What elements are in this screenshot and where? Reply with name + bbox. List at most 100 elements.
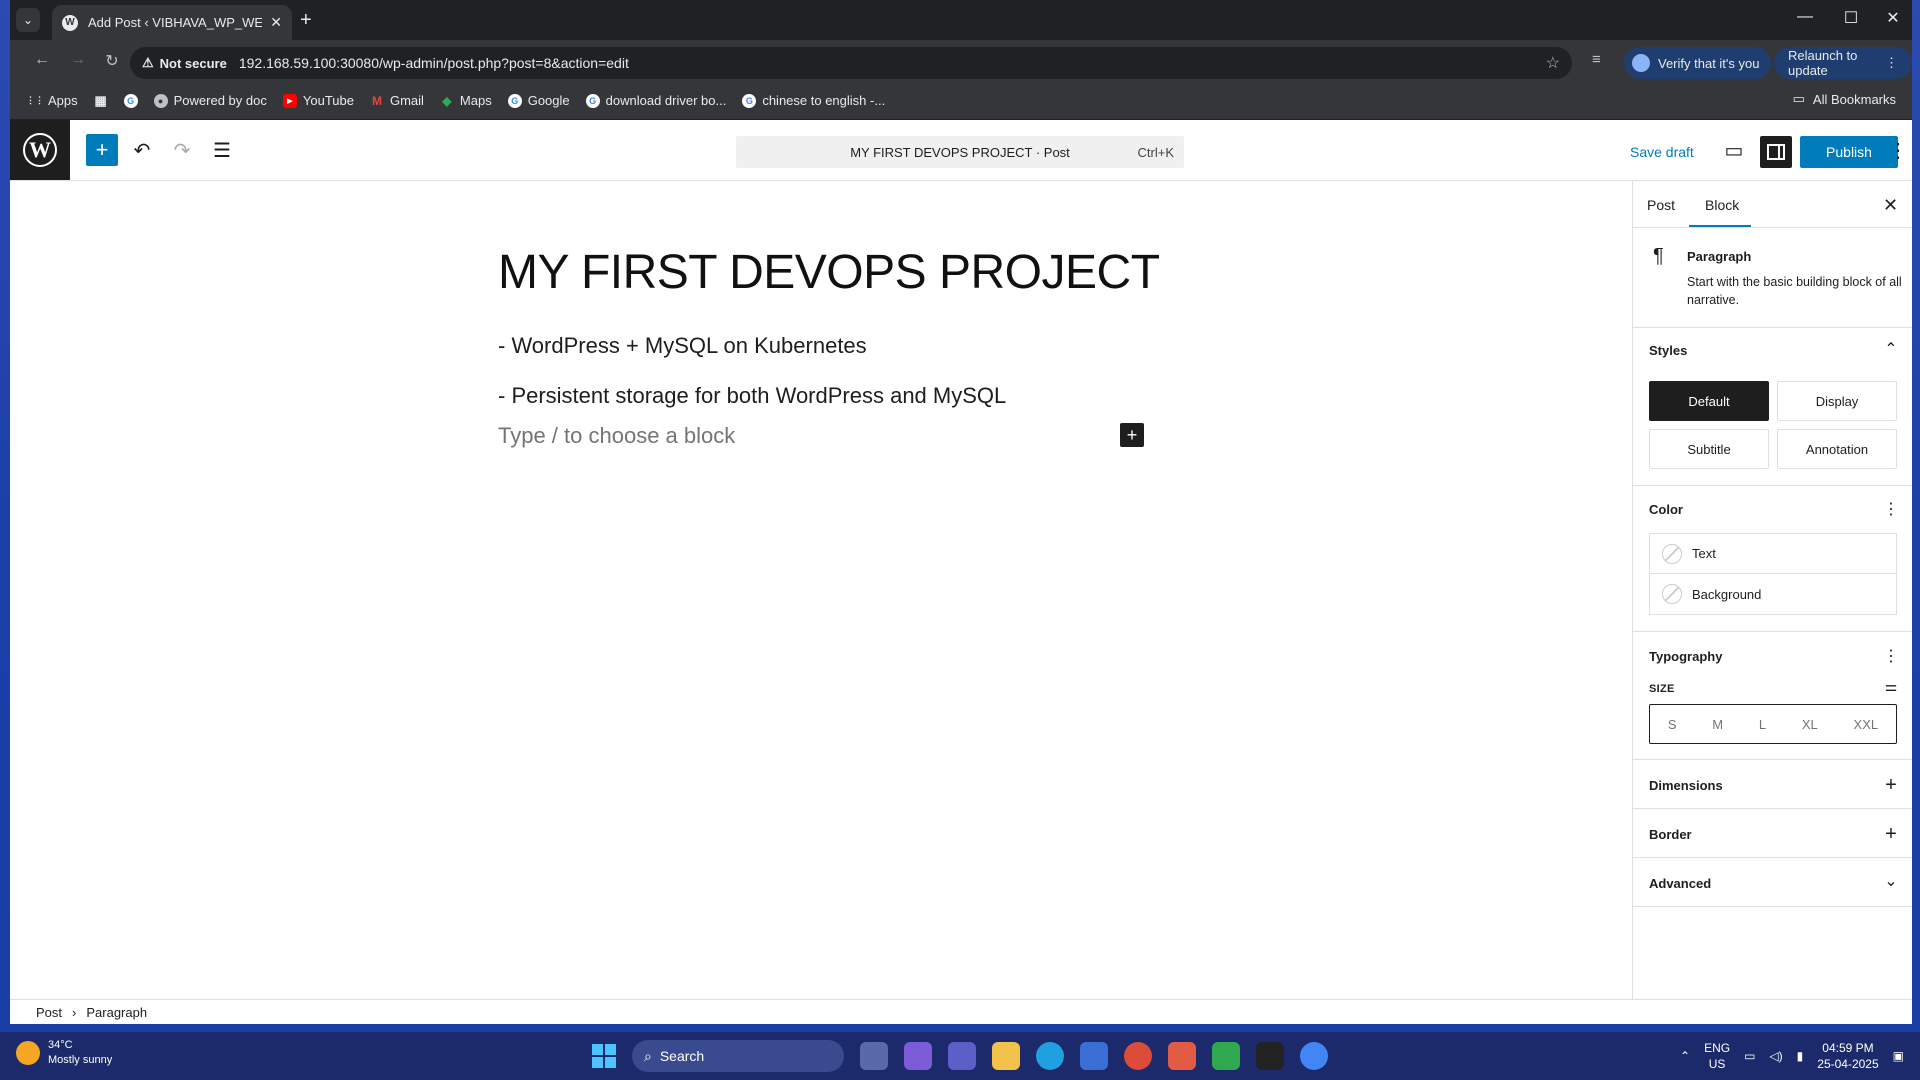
style-default-button[interactable]: Default [1649, 381, 1769, 421]
block-description: Start with the basic building block of a… [1687, 275, 1902, 307]
chrome-icon[interactable] [1124, 1042, 1152, 1070]
chevron-up-icon[interactable]: ⌃ [1680, 1049, 1690, 1063]
maximize-icon[interactable]: ☐ [1836, 8, 1866, 28]
bookmark-powered-by-doc[interactable]: ● Powered by doc [153, 93, 267, 108]
preview-device-icon[interactable]: ▭ [1720, 138, 1748, 163]
divider [1633, 759, 1912, 760]
custom-size-icon[interactable]: ⚌ [1881, 678, 1901, 695]
bookmark-google[interactable]: G Google [507, 93, 570, 108]
weather-widget[interactable]: 34°C Mostly sunny [16, 1038, 112, 1068]
size-xxl-option[interactable]: XXL [1854, 717, 1879, 732]
security-warning[interactable]: ⚠ Not secure [142, 55, 239, 71]
bookmark-google-blank[interactable]: G [123, 93, 138, 108]
breadcrumb-post[interactable]: Post [36, 1005, 62, 1020]
language-indicator[interactable]: ENG US [1704, 1040, 1730, 1072]
all-bookmarks-button[interactable]: ▭ All Bookmarks [1793, 91, 1896, 107]
border-section-title[interactable]: Border [1649, 827, 1692, 842]
command-palette-bar[interactable]: MY FIRST DEVOPS PROJECT · Post Ctrl+K [736, 136, 1184, 168]
color-background-item[interactable]: Background [1650, 574, 1896, 614]
back-icon[interactable]: ← [30, 51, 54, 69]
size-m-option[interactable]: M [1712, 717, 1723, 732]
post-title[interactable]: MY FIRST DEVOPS PROJECT [498, 245, 1160, 300]
divider [1633, 485, 1912, 486]
plus-icon[interactable]: + [1881, 823, 1901, 846]
teams-icon[interactable] [948, 1042, 976, 1070]
microsoft-store-icon[interactable] [1080, 1042, 1108, 1070]
style-display-button[interactable]: Display [1777, 381, 1897, 421]
plus-icon[interactable]: + [1881, 774, 1901, 797]
bookmark-maps[interactable]: ◆ Maps [440, 93, 491, 108]
save-draft-button[interactable]: Save draft [1630, 144, 1694, 160]
reload-icon[interactable]: ↻ [100, 51, 124, 71]
bookmark-tab-groups[interactable]: ▦ [94, 93, 108, 108]
edge-icon[interactable] [1036, 1042, 1064, 1070]
typography-options-icon[interactable]: ⋮ [1881, 646, 1901, 666]
file-explorer-icon[interactable] [992, 1042, 1020, 1070]
minimize-icon[interactable]: — [1790, 8, 1820, 26]
wordpress-logo-icon[interactable]: W [10, 120, 70, 180]
advanced-section-title[interactable]: Advanced [1649, 876, 1711, 891]
browser-tab-active[interactable]: W Add Post ‹ VIBHAVA_WP_WEBSI ✕ [52, 5, 292, 40]
app-icon[interactable] [1168, 1042, 1196, 1070]
chrome-active-icon[interactable] [1300, 1042, 1328, 1070]
size-l-option[interactable]: L [1759, 717, 1766, 732]
reading-list-icon[interactable]: ≡ [1592, 51, 1601, 68]
chevron-down-icon[interactable]: ⌄ [1881, 871, 1901, 891]
editor-canvas[interactable]: MY FIRST DEVOPS PROJECT - WordPress + My… [10, 181, 1622, 999]
document-overview-icon[interactable]: ☰ [208, 138, 236, 163]
breadcrumb-paragraph[interactable]: Paragraph [86, 1005, 147, 1020]
windows-start-icon[interactable] [592, 1044, 616, 1068]
inline-add-block-icon[interactable]: + [1120, 423, 1144, 447]
styles-section-title[interactable]: Styles [1649, 343, 1687, 358]
chrome-menu-icon[interactable]: ⋮ [1885, 55, 1898, 71]
sun-icon [16, 1041, 40, 1065]
task-view-icon[interactable] [860, 1042, 888, 1070]
paragraph-block[interactable]: - WordPress + MySQL on Kubernetes [498, 333, 867, 359]
gmail-icon: M [371, 93, 382, 108]
tab-post[interactable]: Post [1647, 197, 1675, 213]
style-subtitle-button[interactable]: Subtitle [1649, 429, 1769, 469]
style-annotation-button[interactable]: Annotation [1777, 429, 1897, 469]
add-block-button[interactable]: + [86, 134, 118, 166]
forward-icon[interactable]: → [66, 51, 90, 69]
size-xl-option[interactable]: XL [1802, 717, 1818, 732]
chevron-up-icon[interactable]: ⌃ [1881, 339, 1901, 359]
new-tab-icon[interactable]: + [300, 8, 312, 32]
background-color-swatch-icon [1662, 584, 1682, 604]
tab-close-icon[interactable]: ✕ [270, 14, 282, 31]
copilot-icon[interactable] [904, 1042, 932, 1070]
volume-icon[interactable]: ◁) [1769, 1049, 1782, 1063]
dimensions-section-title[interactable]: Dimensions [1649, 778, 1723, 793]
bookmark-star-icon[interactable]: ☆ [1546, 53, 1560, 73]
tab-search-dropdown-icon[interactable]: ⌄ [16, 8, 40, 32]
bookmark-chinese-to-english[interactable]: Gchinese to english -... [742, 93, 885, 108]
bookmark-youtube[interactable]: ▶ YouTube [282, 93, 354, 108]
tab-block[interactable]: Block [1705, 197, 1739, 213]
taskbar-search[interactable]: ⌕ Search [632, 1040, 844, 1072]
close-sidebar-icon[interactable]: ✕ [1883, 195, 1898, 216]
size-s-option[interactable]: S [1668, 717, 1677, 732]
size-label: SIZE [1649, 683, 1675, 695]
bookmark-apps[interactable]: ⋮⋮ Apps [26, 93, 78, 108]
app-icon[interactable] [1212, 1042, 1240, 1070]
paragraph-block[interactable]: - Persistent storage for both WordPress … [498, 383, 1006, 409]
bookmark-gmail[interactable]: M Gmail [370, 93, 424, 108]
address-bar[interactable]: ⚠ Not secure 192.168.59.100:30080/wp-admi… [130, 47, 1572, 79]
empty-block-placeholder[interactable]: Type / to choose a block [498, 423, 735, 449]
options-menu-icon[interactable]: ⋮ [1884, 138, 1912, 163]
redo-icon[interactable]: ↷ [168, 138, 196, 163]
bookmark-download-driver[interactable]: Gdownload driver bo... [585, 93, 726, 108]
window-close-icon[interactable]: ✕ [1878, 8, 1908, 28]
search-icon: ⌕ [644, 1047, 652, 1064]
color-options-icon[interactable]: ⋮ [1881, 499, 1901, 519]
relaunch-button[interactable]: Relaunch to update ⋮ [1774, 47, 1912, 79]
network-icon[interactable]: ▭ [1744, 1049, 1755, 1063]
battery-icon[interactable]: ▮ [1797, 1049, 1804, 1063]
notification-icon[interactable]: ▣ [1893, 1049, 1904, 1063]
settings-sidebar-toggle[interactable] [1760, 136, 1792, 168]
undo-icon[interactable]: ↶ [128, 138, 156, 163]
terminal-icon[interactable] [1256, 1042, 1284, 1070]
color-text-item[interactable]: Text [1650, 534, 1896, 574]
clock[interactable]: 04:59 PM 25-04-2025 [1817, 1040, 1878, 1072]
verify-identity-button[interactable]: Verify that it's you [1624, 47, 1772, 79]
